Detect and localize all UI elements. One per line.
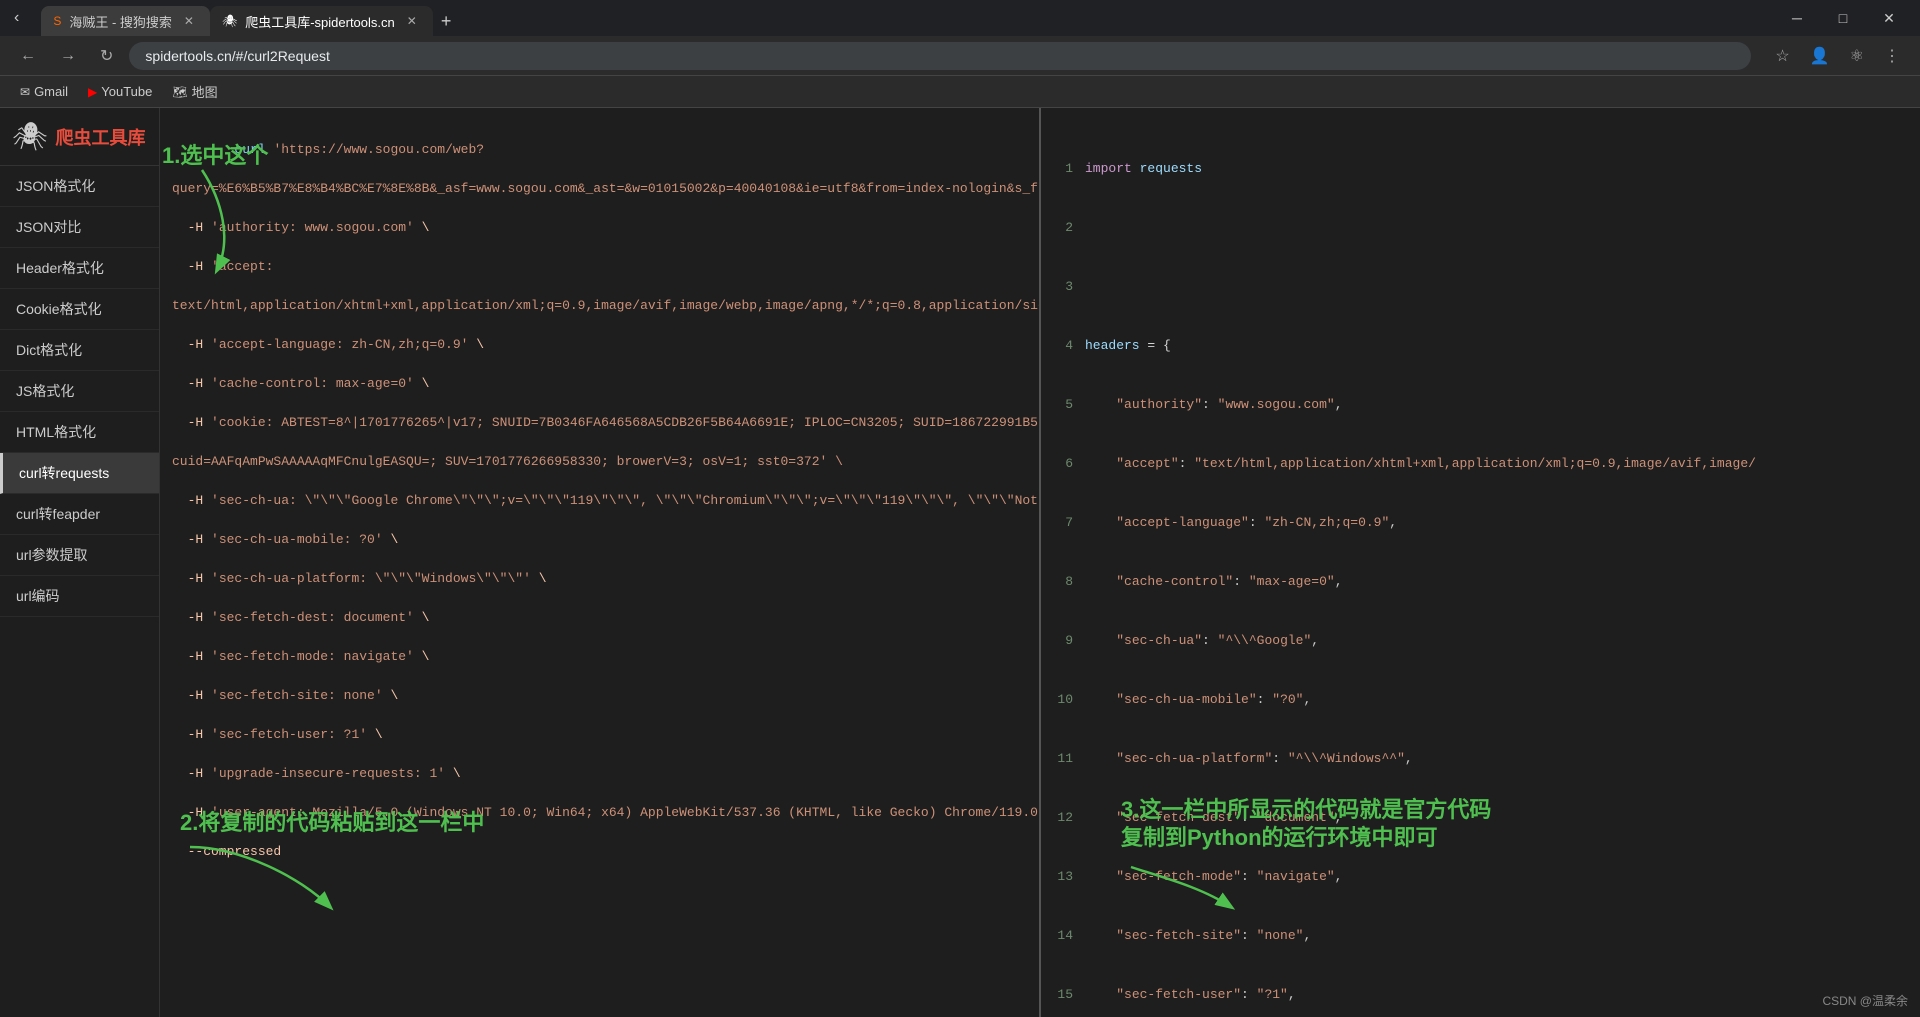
bookmark-star-icon[interactable]: ☆ <box>1767 42 1797 70</box>
python-output-panel: 1 import requests 2 3 4 headers = { 5 "a… <box>1041 108 1920 1017</box>
code-line-14: 14 "sec-fetch-site": "none", <box>1053 926 1908 946</box>
add-tab-button[interactable]: + <box>433 7 460 36</box>
extensions-icon[interactable]: ⚛ <box>1842 42 1872 70</box>
sidebar-item-json-format[interactable]: JSON格式化 <box>0 166 159 207</box>
bookmark-youtube[interactable]: ▶ YouTube <box>80 80 160 103</box>
code-line-3: 3 <box>1053 277 1908 297</box>
code-line-10: 10 "sec-ch-ua-mobile": "?0", <box>1053 690 1908 710</box>
sidebar-item-curl-requests[interactable]: curl转requests <box>0 453 159 494</box>
profile-icon[interactable]: 👤 <box>1802 42 1838 70</box>
tab-spidertools[interactable]: 🕷 爬虫工具库-spidertools.cn ✕ <box>210 6 433 36</box>
bookmarks-bar: ✉ Gmail ▶ YouTube 🗺 地图 <box>0 76 1920 108</box>
bookmark-youtube-label: YouTube <box>101 84 152 99</box>
tab-haizei-close[interactable]: ✕ <box>180 12 198 30</box>
address-bar: ← → ↻ ☆ 👤 ⚛ ⋮ <box>0 36 1920 76</box>
bookmark-maps[interactable]: 🗺 地图 <box>164 78 225 105</box>
sidebar-item-url-params[interactable]: url参数提取 <box>0 535 159 576</box>
spider-icon: 🕷 <box>12 120 48 153</box>
close-button[interactable]: ✕ <box>1866 0 1912 36</box>
url-input[interactable] <box>129 42 1751 70</box>
code-line-13: 13 "sec-fetch-mode": "navigate", <box>1053 867 1908 887</box>
maps-icon: 🗺 <box>172 85 187 99</box>
sidebar-item-html-format[interactable]: HTML格式化 <box>0 412 159 453</box>
back-button[interactable]: ← <box>12 43 44 69</box>
sidebar-menu: JSON格式化 JSON对比 Header格式化 Cookie格式化 Dict格… <box>0 166 159 1017</box>
logo-text: 爬虫工具库 <box>56 124 146 150</box>
sidebar-logo: 🕷 爬虫工具库 <box>0 108 159 166</box>
titlebar: ‹ S 海贼王 - 搜狗搜索 ✕ 🕷 爬虫工具库-spidertools.cn … <box>0 0 1920 36</box>
tab-haizei[interactable]: S 海贼王 - 搜狗搜索 ✕ <box>41 6 210 36</box>
sidebar-item-cookie-format[interactable]: Cookie格式化 <box>0 289 159 330</box>
code-line-1: 1 import requests <box>1053 159 1908 179</box>
sidebar-item-js-format[interactable]: JS格式化 <box>0 371 159 412</box>
tab-haizei-favicon: S <box>53 14 61 28</box>
main-content: 🕷 爬虫工具库 JSON格式化 JSON对比 Header格式化 Cookie格… <box>0 108 1920 1017</box>
bookmark-gmail-label: Gmail <box>34 84 68 99</box>
code-line-6: 6 "accept": "text/html,application/xhtml… <box>1053 454 1908 474</box>
gmail-icon: ✉ <box>20 85 30 99</box>
youtube-icon: ▶ <box>88 85 97 99</box>
sidebar: 🕷 爬虫工具库 JSON格式化 JSON对比 Header格式化 Cookie格… <box>0 108 160 1017</box>
tabs-bar: S 海贼王 - 搜狗搜索 ✕ 🕷 爬虫工具库-spidertools.cn ✕ … <box>41 0 1766 36</box>
prev-tabs-btn[interactable]: ‹ <box>8 5 25 31</box>
code-line-12: 12 "sec-fetch-dest": "document", <box>1053 808 1908 828</box>
toolbar-icons: ☆ 👤 ⚛ ⋮ <box>1767 42 1908 70</box>
reload-button[interactable]: ↻ <box>92 42 121 70</box>
sidebar-item-json-diff[interactable]: JSON对比 <box>0 207 159 248</box>
curl-input-panel[interactable]: curl 'https://www.sogou.com/web? query=%… <box>160 108 1041 1017</box>
code-line-7: 7 "accept-language": "zh-CN,zh;q=0.9", <box>1053 513 1908 533</box>
code-line-5: 5 "authority": "www.sogou.com", <box>1053 395 1908 415</box>
sidebar-item-dict-format[interactable]: Dict格式化 <box>0 330 159 371</box>
code-line-9: 9 "sec-ch-ua": "^\\^Google", <box>1053 631 1908 651</box>
code-line-15: 15 "sec-fetch-user": "?1", <box>1053 985 1908 1005</box>
maximize-button[interactable]: □ <box>1820 0 1866 36</box>
tab-spidertools-favicon: 🕷 <box>222 14 237 28</box>
menu-icon[interactable]: ⋮ <box>1876 42 1908 70</box>
tab-spidertools-close[interactable]: ✕ <box>403 12 421 30</box>
code-line-8: 8 "cache-control": "max-age=0", <box>1053 572 1908 592</box>
forward-button[interactable]: → <box>52 43 84 69</box>
window-controls: ─ □ ✕ <box>1774 0 1912 36</box>
tab-spidertools-label: 爬虫工具库-spidertools.cn <box>245 12 395 31</box>
sidebar-item-url-encode[interactable]: url编码 <box>0 576 159 617</box>
csdn-watermark: CSDN @温柔余 <box>1822 992 1908 1009</box>
nav-controls: ‹ <box>8 5 25 31</box>
code-panels: curl 'https://www.sogou.com/web? query=%… <box>160 108 1920 1017</box>
curl-code-content: curl 'https://www.sogou.com/web? query=%… <box>160 116 1039 885</box>
line-num-1: 1 <box>1053 159 1085 179</box>
minimize-button[interactable]: ─ <box>1774 0 1820 36</box>
bookmark-gmail[interactable]: ✉ Gmail <box>12 80 76 103</box>
tab-haizei-label: 海贼王 - 搜狗搜索 <box>69 12 172 31</box>
bookmark-maps-label: 地图 <box>192 82 218 101</box>
sidebar-item-header-format[interactable]: Header格式化 <box>0 248 159 289</box>
code-line-2: 2 <box>1053 218 1908 238</box>
python-code-content: 1 import requests 2 3 4 headers = { 5 "a… <box>1041 116 1920 1017</box>
code-line-4: 4 headers = { <box>1053 336 1908 356</box>
sidebar-item-curl-feapder[interactable]: curl转feapder <box>0 494 159 535</box>
code-line-11: 11 "sec-ch-ua-platform": "^\\^Windows^^"… <box>1053 749 1908 769</box>
